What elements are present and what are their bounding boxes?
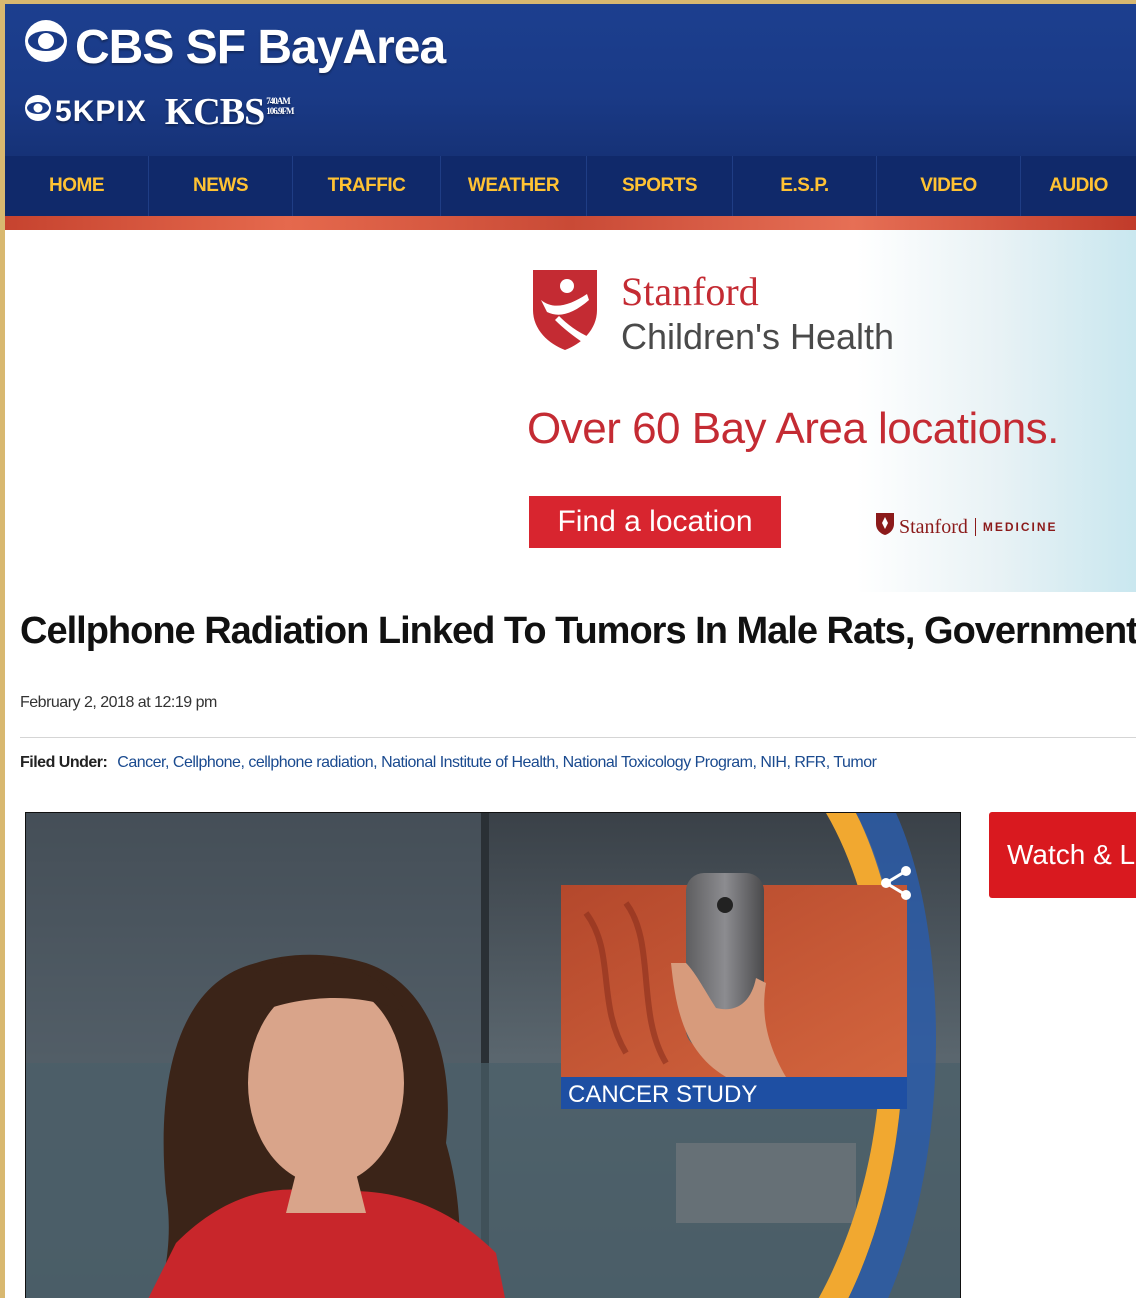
kcbs-freq-fm: 106.9FM [266,106,294,116]
kpix-logo[interactable]: 5 KPIX [23,93,147,131]
nav-item-sports[interactable]: SPORTS [587,156,733,216]
kpix-name: KPIX [72,95,147,128]
stanford-medicine-logo: Stanford MEDICINE [875,512,1058,542]
nav-item-label: E.S.P. [780,175,829,196]
tag-separator: , [554,754,563,771]
kcbs-name: KCBS [164,91,265,133]
article-date: February 2, 2018 at 12:19 pm [20,694,217,711]
lower-third-text: CANCER STUDY [568,1081,757,1108]
tag-link[interactable]: Cellphone [173,754,241,771]
tag-link[interactable]: NIH [760,754,787,771]
tag-separator: , [373,754,382,771]
share-icon[interactable] [876,863,916,903]
browser-page: CBS SF BayArea 5 KPIX KCBS 740AM 106.9FM HO… [5,4,1136,1298]
ferry-boat [676,1143,856,1223]
nav-item-esp[interactable]: E.S.P. [733,156,877,216]
kcbs-logo[interactable]: KCBS 740AM 106.9FM [164,90,295,134]
kpix-channel-number: 5 [55,95,73,128]
partner-divider [974,518,976,536]
tag-link[interactable]: Cancer [117,754,165,771]
stanford-childrens-logo-icon [529,266,601,352]
site-logo[interactable]: CBS SF BayArea [23,18,446,76]
kcbs-freq-am: 740AM [266,96,290,106]
watch-listen-button[interactable]: Watch & L [989,812,1136,898]
tag-link[interactable]: cellphone radiation [248,754,373,771]
nav-item-label: TRAFFIC [327,175,406,196]
stanford-shield-icon [875,512,895,542]
nav-item-label: WEATHER [467,175,560,196]
nav-item-home[interactable]: HOME [5,156,149,216]
ad-banner[interactable]: Stanford Children's Health Over 60 Bay A… [515,230,1136,592]
tag-separator: , [165,754,173,771]
article-headline: Cellphone Radiation Linked To Tumors In … [20,610,1136,652]
partner-name: Stanford [899,515,968,538]
nav-item-video[interactable]: VIDEO [877,156,1021,216]
video-player[interactable]: CANCER STUDY [25,812,961,1298]
nav-item-label: AUDIO [1049,175,1108,196]
nav-item-traffic[interactable]: TRAFFIC [293,156,441,216]
cbs-eye-icon [23,18,69,76]
video-frame: CANCER STUDY [26,813,960,1298]
site-name: CBS SF BayArea [75,20,446,74]
cbs-eye-small-icon [23,93,53,131]
station-logos: 5 KPIX KCBS 740AM 106.9FM [23,90,295,134]
anchor-face [248,981,404,1185]
nav-item-weather[interactable]: WEATHER [441,156,587,216]
filed-under-label: Filed Under: [20,754,108,771]
tag-link[interactable]: Tumor [833,754,877,771]
nav-item-label: NEWS [193,175,249,196]
filed-under: Filed Under: Cancer, Cellphone, cellphon… [20,754,877,772]
site-header: CBS SF BayArea 5 KPIX KCBS 740AM 106.9FM [5,4,1136,156]
nav-item-label: VIDEO [920,175,977,196]
tag-link[interactable]: National Institute of Health [381,754,555,771]
nav-item-audio[interactable]: AUDIO [1021,156,1136,216]
nav-item-news[interactable]: NEWS [149,156,293,216]
anchor-neck [286,1173,366,1213]
kcbs-frequencies: 740AM 106.9FM [266,96,294,116]
nav-item-label: HOME [49,175,105,196]
ad-brand-line1: Stanford [621,269,759,314]
partner-sub: MEDICINE [982,520,1058,534]
tag-link[interactable]: RFR [794,754,826,771]
inset-phone-camera [717,897,733,913]
main-nav: HOME NEWS TRAFFIC WEATHER SPORTS E.S.P. … [5,156,1136,216]
nav-accent-strip [5,216,1136,230]
ad-brand-line2: Children's Health [621,316,895,357]
nav-item-label: SPORTS [621,175,698,196]
tag-link[interactable]: National Toxicology Program [563,754,753,771]
ad-headline: Over 60 Bay Area locations. [527,404,1059,453]
divider [20,737,1136,738]
find-location-button[interactable]: Find a location [529,496,781,548]
